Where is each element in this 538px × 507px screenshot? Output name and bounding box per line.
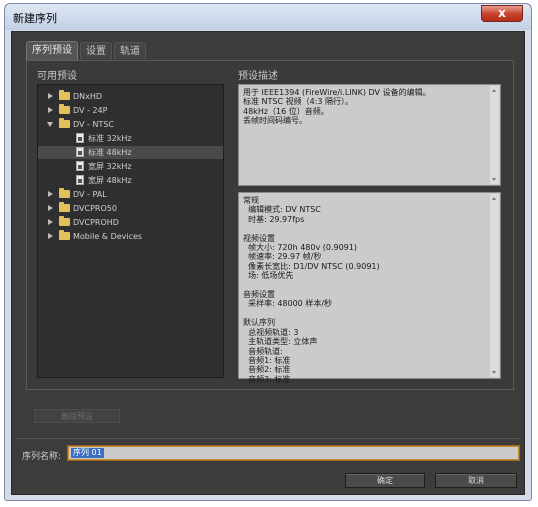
tree-item-label: DV - 24P: [73, 106, 108, 115]
window-title: 新建序列: [13, 12, 57, 25]
tree-item-dnxhd[interactable]: DNxHD: [38, 90, 223, 103]
collapse-arrow-icon[interactable]: [47, 122, 53, 127]
tree-item-label: DV - PAL: [73, 190, 107, 199]
folder-icon: [59, 104, 70, 114]
folder-icon: [59, 90, 70, 100]
tab-tracks[interactable]: 轨道: [114, 42, 146, 59]
folder-icon: [59, 216, 70, 226]
tree-item-label: DV - NTSC: [73, 120, 114, 129]
available-presets-title: 可用预设: [37, 71, 77, 82]
preset-description-box[interactable]: 用于 IEEE1394 (FireWire/i.LINK) DV 设备的编辑。 …: [238, 84, 501, 186]
sequence-name-input[interactable]: 序列 01: [68, 446, 519, 460]
tree-item-label: 宽屏 32kHz: [88, 162, 132, 171]
tree-item-label: 宽屏 48kHz: [88, 176, 132, 185]
tree-item-label: 标准 48kHz: [88, 148, 132, 157]
details-scrollbar[interactable]: [490, 194, 499, 377]
tree-item-dv-pal[interactable]: DV - PAL: [38, 188, 223, 201]
tree-item-mobile-devices[interactable]: Mobile & Devices: [38, 230, 223, 243]
tree-item-label: DVCPRO50: [73, 204, 117, 213]
folder-icon: [59, 230, 70, 240]
tab-sequence-presets[interactable]: 序列预设: [26, 41, 78, 60]
preset-file-icon: [76, 147, 84, 157]
tree-item-label: DVCPROHD: [73, 218, 119, 227]
divider: [16, 438, 520, 439]
tree-item-label: Mobile & Devices: [73, 232, 143, 241]
tree-item-dv-24p[interactable]: DV - 24P: [38, 104, 223, 117]
expand-arrow-icon[interactable]: [48, 107, 53, 113]
folder-icon: [59, 118, 70, 128]
tree-item-widescreen-48khz[interactable]: 宽屏 48kHz: [38, 174, 223, 187]
expand-arrow-icon[interactable]: [48, 191, 53, 197]
preset-details-box[interactable]: 常规 编辑模式: DV NTSC 时基: 29.97fps 视频设置 帧大小: …: [238, 192, 501, 384]
tree-item-standard-32khz[interactable]: 标准 32kHz: [38, 132, 223, 145]
tree-item-label: 标准 32kHz: [88, 134, 132, 143]
preset-details-text: 常规 编辑模式: DV NTSC 时基: 29.97fps 视频设置 帧大小: …: [243, 196, 380, 384]
cancel-button[interactable]: 取消: [435, 473, 517, 488]
scroll-up-icon[interactable]: [492, 89, 496, 92]
preset-file-icon: [76, 133, 84, 143]
folder-icon: [59, 188, 70, 198]
preset-file-icon: [76, 161, 84, 171]
tree-item-label: DNxHD: [73, 92, 103, 101]
preset-tree: DNxHD DV - 24P DV - NTSC 标准 32kHz 标准 48k…: [37, 84, 224, 378]
preset-description-title: 预设描述: [238, 71, 278, 82]
delete-preset-button[interactable]: 删除预设: [34, 409, 120, 423]
sequence-name-value: 序列 01: [71, 448, 104, 458]
expand-arrow-icon[interactable]: [48, 219, 53, 225]
tree-item-widescreen-32khz[interactable]: 宽屏 32kHz: [38, 160, 223, 173]
expand-arrow-icon[interactable]: [48, 233, 53, 239]
title-bar[interactable]: 新建序列 x: [5, 4, 531, 30]
ok-button[interactable]: 确定: [345, 473, 425, 488]
expand-arrow-icon[interactable]: [48, 93, 53, 99]
tree-item-dvcprohd[interactable]: DVCPROHD: [38, 216, 223, 229]
expand-arrow-icon[interactable]: [48, 205, 53, 211]
close-button[interactable]: x: [481, 5, 523, 22]
sequence-name-label: 序列名称:: [22, 452, 62, 462]
tree-item-dv-ntsc[interactable]: DV - NTSC: [38, 118, 223, 131]
tree-item-dvcpro50[interactable]: DVCPRO50: [38, 202, 223, 215]
description-scrollbar[interactable]: [490, 86, 499, 184]
preset-file-icon: [76, 175, 84, 185]
tab-settings[interactable]: 设置: [80, 42, 112, 59]
tree-item-standard-48khz[interactable]: 标准 48kHz: [38, 146, 223, 159]
scroll-up-icon[interactable]: [492, 197, 496, 200]
dialog-body: 序列预设 设置 轨道 可用预设 预设描述 DNxHD DV - 24P DV -…: [11, 31, 525, 495]
new-sequence-dialog: 新建序列 x 序列预设 设置 轨道 可用预设 预设描述 DNxHD DV - 2…: [4, 3, 532, 501]
presets-panel: 可用预设 预设描述 DNxHD DV - 24P DV - NTSC 标准 32…: [26, 60, 514, 390]
scroll-down-icon[interactable]: [492, 371, 496, 374]
folder-icon: [59, 202, 70, 212]
preset-description-text: 用于 IEEE1394 (FireWire/i.LINK) DV 设备的编辑。 …: [243, 88, 431, 126]
scroll-down-icon[interactable]: [492, 178, 496, 181]
